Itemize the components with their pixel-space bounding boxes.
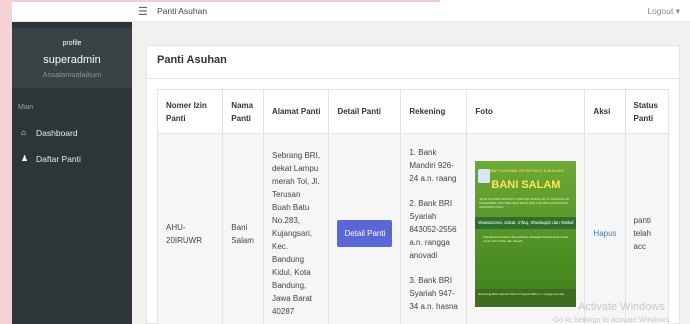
poster-text: Mari Bersama Sama Menyisihkan Sebagian R… bbox=[483, 234, 569, 243]
column-header: Nama Panti bbox=[222, 89, 264, 134]
cell-alamat: Sebrang BRI, dekat Lampu merah Tol, Jl. … bbox=[262, 133, 330, 324]
sidebar-item-dashboard[interactable]: ⌂ Dashboard bbox=[12, 124, 132, 144]
sidebar-item-label: Dashboard bbox=[36, 128, 78, 138]
cell-detail: Detail Panti bbox=[328, 133, 402, 324]
logout-label: Logout bbox=[647, 6, 674, 16]
column-header: Status Panti bbox=[624, 89, 670, 134]
chevron-down-icon: ▾ bbox=[675, 6, 680, 16]
table-header-row: Nomer Izin Panti Nama Panti Alamat Panti… bbox=[156, 89, 670, 134]
activate-windows-watermark: Activate Windows bbox=[578, 301, 665, 313]
pink-accent-strip bbox=[0, 0, 440, 2]
panel-divider bbox=[147, 78, 679, 79]
poster-footer: Rekening Bank Mandiri 926-24 Syariah BRI… bbox=[475, 288, 577, 307]
sidebar-item-daftar-panti[interactable]: ♟ Daftar Panti bbox=[12, 150, 132, 170]
column-header: Rekening bbox=[400, 89, 468, 134]
cell-rekening: 1. Bank Mandiri 926-24 a.n. raang 2. Ban… bbox=[400, 133, 468, 324]
top-navbar: ☰ Panti Asuhan Logout ▾ bbox=[0, 0, 690, 22]
column-header: Alamat Panti bbox=[262, 89, 330, 134]
poster-name: BANI SALAM bbox=[491, 178, 561, 191]
pink-accent-side bbox=[0, 22, 12, 324]
greeting: Assalamualaikum bbox=[42, 70, 102, 79]
poster-address: AKTE NOTARIS NOMOR 5 DOKTER SUSAN NO 12 … bbox=[479, 196, 569, 209]
logout-menu[interactable]: Logout ▾ bbox=[647, 6, 680, 17]
cell-nomer-izin: AHU-20IRUWR bbox=[156, 133, 224, 324]
rekening-item: 1. Bank Mandiri 926-24 a.n. raang bbox=[409, 148, 457, 183]
cell-status: panti telah acc bbox=[624, 133, 670, 324]
activate-windows-hint: Go to Settings to activate Windows. bbox=[553, 315, 672, 324]
panti-photo: PANTI ASUHAN YATIM PIATU & DHUAFA BANI S… bbox=[475, 160, 577, 307]
column-header: Foto bbox=[466, 89, 586, 134]
profile-box: profile superadmin Assalamualaikum bbox=[12, 28, 132, 88]
panel-title: Panti Asuhan bbox=[157, 54, 227, 66]
home-icon: ⌂ bbox=[21, 128, 26, 137]
detail-panti-button[interactable]: Detail Panti bbox=[337, 220, 393, 247]
username: superadmin bbox=[43, 54, 101, 66]
poster-band: Wawancara, Zakat, Infaq, Shadaqah dan Wa… bbox=[475, 216, 577, 229]
panti-table: Nomer Izin Panti Nama Panti Alamat Panti… bbox=[156, 89, 670, 324]
column-header: Nomer Izin Panti bbox=[156, 89, 224, 134]
cell-aksi: Hapus bbox=[584, 133, 626, 324]
rekening-item: 2. Bank BRI Syariah 843052-2556 a.n. ran… bbox=[409, 199, 457, 260]
cell-nama: Bani Salam bbox=[222, 133, 264, 324]
rekening-item: 3. Bank BRI Syariah 947-34 a.n. hasna bbox=[409, 276, 458, 311]
page-title: Panti Asuhan bbox=[157, 6, 208, 16]
avatar: profile bbox=[62, 40, 82, 47]
poster-header: PANTI ASUHAN YATIM PIATU & DHUAFA bbox=[488, 167, 564, 173]
column-header: Detail Panti bbox=[328, 89, 402, 134]
column-header: Aksi bbox=[584, 89, 626, 134]
cell-foto: PANTI ASUHAN YATIM PIATU & DHUAFA BANI S… bbox=[466, 133, 586, 324]
pink-accent-left bbox=[0, 0, 12, 22]
nav-header: Main bbox=[18, 104, 34, 111]
table-row: AHU-20IRUWR Bani Salam Sebrang BRI, deka… bbox=[156, 133, 670, 324]
hapus-link[interactable]: Hapus bbox=[593, 229, 616, 238]
sidebar-item-label: Daftar Panti bbox=[36, 154, 81, 164]
user-icon: ♟ bbox=[21, 154, 29, 163]
hamburger-icon[interactable]: ☰ bbox=[138, 5, 148, 18]
